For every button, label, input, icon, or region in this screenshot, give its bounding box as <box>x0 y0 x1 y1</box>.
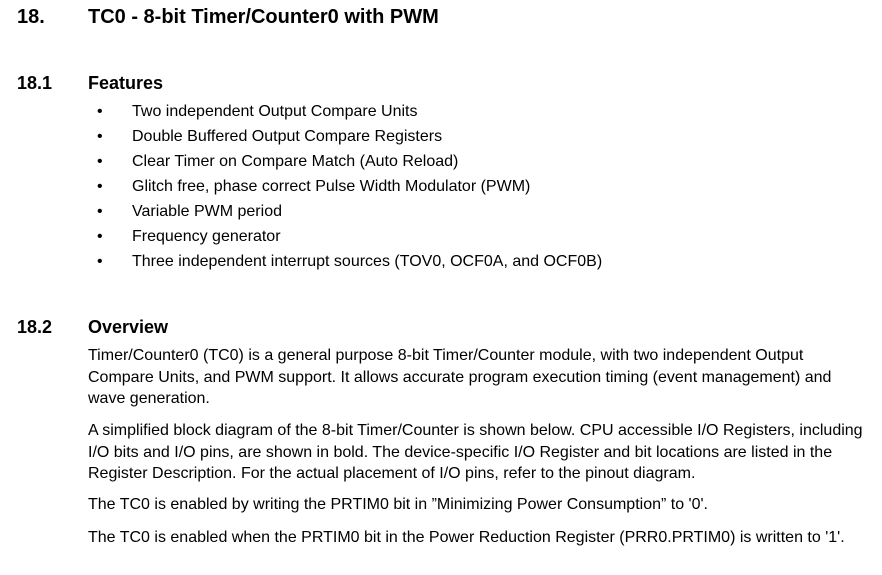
bullet-icon: • <box>97 178 103 195</box>
section-title: TC0 - 8-bit Timer/Counter0 with PWM <box>88 6 439 28</box>
bullet-icon: • <box>97 253 103 270</box>
overview-paragraph-4: The TC0 is enabled when the PRTIM0 bit i… <box>88 529 845 546</box>
feature-text: Three independent interrupt sources (TOV… <box>132 253 603 270</box>
bullet-icon: • <box>97 153 103 170</box>
feature-text: Double Buffered Output Compare Registers <box>132 128 443 145</box>
overview-paragraph-2: A simplified block diagram of the 8-bit … <box>88 422 863 482</box>
feature-text: Clear Timer on Compare Match (Auto Reloa… <box>132 153 459 170</box>
features-heading: Features <box>88 73 164 93</box>
bullet-icon: • <box>97 228 103 245</box>
overview-number: 18.2 <box>17 317 53 337</box>
features-number: 18.1 <box>17 73 53 93</box>
overview-heading: Overview <box>88 317 169 337</box>
feature-text: Two independent Output Compare Units <box>132 103 418 120</box>
bullet-icon: • <box>97 128 103 145</box>
bullet-icon: • <box>97 103 103 120</box>
feature-text: Variable PWM period <box>132 203 282 220</box>
bullet-icon: • <box>97 203 103 220</box>
feature-text: Frequency generator <box>132 228 281 245</box>
overview-paragraph-1: Timer/Counter0 (TC0) is a general purpos… <box>88 347 832 407</box>
section-number: 18. <box>17 6 45 28</box>
feature-text: Glitch free, phase correct Pulse Width M… <box>132 178 531 195</box>
overview-paragraph-3: The TC0 is enabled by writing the PRTIM0… <box>88 496 708 513</box>
